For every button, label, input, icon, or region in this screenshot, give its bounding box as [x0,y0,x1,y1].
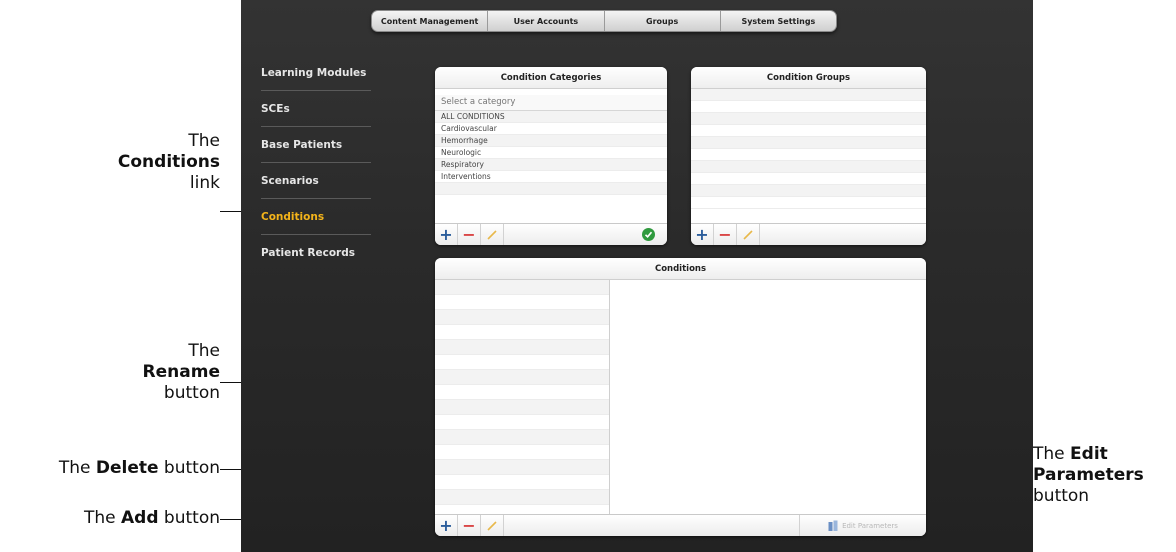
pencil-icon [743,229,753,240]
category-item[interactable]: Respiratory [435,158,667,171]
empty-row [435,460,609,475]
empty-row [691,89,926,101]
callout-the: The [188,131,220,151]
edit-parameters-button[interactable]: Edit Parameters [799,515,926,536]
categories-toolbar: + − [435,223,667,245]
empty-row [435,182,667,195]
add-category-button[interactable]: + [435,224,458,245]
callout-the: The [58,458,91,478]
conditions-panel: Conditions + − Edit Parameters [435,258,926,536]
empty-row [435,280,609,295]
check-icon[interactable] [642,228,655,241]
tab-groups[interactable]: Groups [605,11,721,31]
empty-row [691,197,926,209]
condition-groups-panel: Condition Groups + − [691,67,926,245]
add-group-button[interactable]: + [691,224,714,245]
category-search-input[interactable] [435,94,667,111]
empty-row [691,101,926,113]
callout-rest: button [1033,486,1090,506]
empty-row [435,370,609,385]
empty-row [435,475,609,490]
empty-row [435,385,609,400]
callout-the: The [1033,444,1065,464]
pencil-icon [487,229,497,240]
category-item[interactable]: Hemorrhage [435,134,667,147]
conditions-toolbar: + − Edit Parameters [435,514,926,536]
panel-title: Condition Groups [691,67,926,89]
tab-system-settings[interactable]: System Settings [721,11,836,31]
empty-row [691,173,926,185]
callout-bold: Delete [95,458,159,478]
callout-delete-button: The Delete button [0,458,220,479]
rename-category-button[interactable] [481,224,504,245]
callout-the: The [83,508,116,528]
callout-bold: Rename [142,362,220,382]
empty-row [691,185,926,197]
empty-row [435,445,609,460]
groups-toolbar: + − [691,223,926,245]
category-item[interactable]: Interventions [435,170,667,183]
sidebar: Learning Modules SCEs Base Patients Scen… [261,55,371,271]
callout-rename-button: The Rename button [0,341,220,404]
callout-add-button: The Add button [0,508,220,529]
callout-edit-parameters-button: The Edit Parameters button [1033,444,1176,507]
empty-row [435,295,609,310]
empty-row [691,113,926,125]
callout-the: The [188,341,220,361]
app-screen: Content Management User Accounts Groups … [241,0,1033,552]
callout-rest: button [163,508,220,528]
tab-user-accounts[interactable]: User Accounts [488,11,605,31]
category-item[interactable]: Cardiovascular [435,122,667,135]
callout-conditions-link: The Conditions link [0,131,220,194]
condition-details-area [611,280,926,514]
delete-group-button[interactable]: − [714,224,737,245]
sidebar-item-patient-records[interactable]: Patient Records [261,235,371,271]
top-nav: Content Management User Accounts Groups … [371,10,837,32]
callout-bold: Add [121,508,159,528]
sidebar-item-sces[interactable]: SCEs [261,91,371,127]
rename-group-button[interactable] [737,224,760,245]
callout-rest: button [163,383,220,403]
edit-parameters-label: Edit Parameters [842,521,898,530]
group-list [691,89,926,209]
sidebar-item-base-patients[interactable]: Base Patients [261,127,371,163]
empty-row [435,490,609,505]
delete-button[interactable]: − [458,515,481,536]
callout-bold: Edit [1070,444,1108,464]
empty-row [691,161,926,173]
category-item[interactable]: Neurologic [435,146,667,159]
condition-list [435,280,610,514]
callout-rest: button [163,458,220,478]
pencil-icon [487,520,497,531]
empty-row [435,325,609,340]
tab-content-management[interactable]: Content Management [372,11,489,31]
empty-row [691,137,926,149]
callout-bold: Conditions [117,152,220,172]
empty-row [435,355,609,370]
sidebar-item-learning-modules[interactable]: Learning Modules [261,55,371,91]
empty-row [435,340,609,355]
parameters-icon [828,520,838,531]
empty-row [435,310,609,325]
category-item[interactable]: ALL CONDITIONS [435,110,667,123]
empty-row [435,415,609,430]
panel-title: Conditions [435,258,926,280]
empty-row [435,430,609,445]
empty-row [435,400,609,415]
empty-row [691,149,926,161]
sidebar-item-conditions[interactable]: Conditions [261,199,371,235]
callout-bold: Parameters [1033,465,1144,485]
rename-button[interactable] [481,515,504,536]
condition-categories-panel: Condition Categories ALL CONDITIONS Card… [435,67,667,245]
callout-rest: link [189,173,220,193]
add-button[interactable]: + [435,515,458,536]
empty-row [691,125,926,137]
category-list: ALL CONDITIONS Cardiovascular Hemorrhage… [435,110,667,195]
sidebar-item-scenarios[interactable]: Scenarios [261,163,371,199]
delete-category-button[interactable]: − [458,224,481,245]
panel-title: Condition Categories [435,67,667,89]
